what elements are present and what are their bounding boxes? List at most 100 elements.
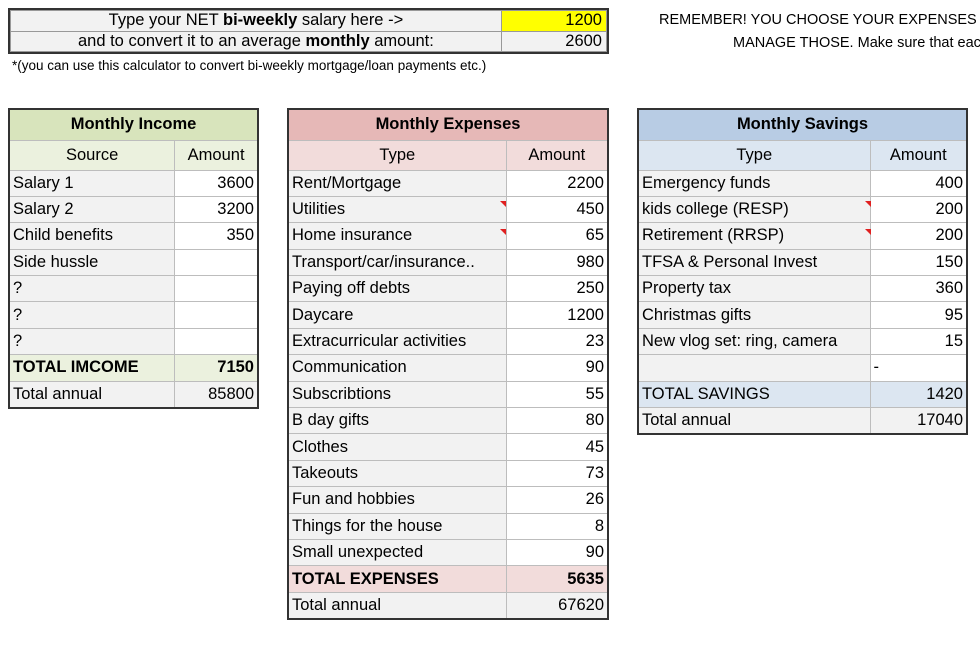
- savings-total-value[interactable]: 1420: [869, 380, 968, 409]
- expenses-row-amount[interactable]: 2200: [505, 169, 609, 197]
- expenses-row-amount[interactable]: 45: [505, 433, 609, 461]
- comment-indicator-icon[interactable]: [500, 201, 506, 207]
- expenses-row-amount[interactable]: 450: [505, 195, 609, 224]
- savings-row-amount[interactable]: 150: [869, 248, 968, 277]
- expenses-col-amount[interactable]: Amount: [505, 139, 609, 171]
- expenses-row-label[interactable]: Clothes: [287, 433, 507, 461]
- income-row-label[interactable]: ?: [8, 327, 176, 356]
- expenses-row-label[interactable]: Daycare: [287, 301, 507, 329]
- income-total-value[interactable]: 7150: [174, 354, 259, 382]
- savings-annual-label[interactable]: Total annual: [637, 407, 871, 435]
- income-row: Salary 1 3600: [8, 169, 259, 197]
- expenses-row: Transport/car/insurance.. 980: [287, 248, 609, 277]
- expenses-total-label[interactable]: TOTAL EXPENSES: [287, 565, 507, 593]
- savings-row-label[interactable]: kids college (RESP): [637, 195, 871, 224]
- biweekly-label: Type your NET bi-weekly salary here ->: [10, 10, 502, 32]
- savings-row-label[interactable]: Property tax: [637, 275, 871, 303]
- expenses-row-label[interactable]: Communication: [287, 354, 507, 382]
- expenses-row-label[interactable]: Transport/car/insurance..: [287, 248, 507, 277]
- expenses-row-amount[interactable]: 65: [505, 222, 609, 250]
- expenses-row-label[interactable]: Takeouts: [287, 459, 507, 488]
- expenses-total-value[interactable]: 5635: [505, 565, 609, 593]
- income-row-amount[interactable]: [174, 301, 259, 329]
- expenses-annual-value[interactable]: 67620: [505, 591, 609, 620]
- expenses-title[interactable]: Monthly Expenses: [287, 108, 609, 141]
- expenses-row-label[interactable]: Extracurricular activities: [287, 327, 507, 356]
- expenses-row-amount[interactable]: 250: [505, 275, 609, 303]
- expenses-row-label[interactable]: Fun and hobbies: [287, 486, 507, 514]
- savings-annual-value[interactable]: 17040: [869, 407, 968, 435]
- savings-row-label[interactable]: Christmas gifts: [637, 301, 871, 329]
- savings-title[interactable]: Monthly Savings: [637, 108, 968, 141]
- expenses-row-label[interactable]: Small unexpected: [287, 538, 507, 567]
- expenses-row-amount[interactable]: 1200: [505, 301, 609, 329]
- savings-row-amount[interactable]: 15: [869, 327, 968, 356]
- expenses-row: Small unexpected 90: [287, 538, 609, 567]
- expenses-row-label[interactable]: Rent/Mortgage: [287, 169, 507, 197]
- savings-total-label[interactable]: TOTAL SAVINGS: [637, 380, 871, 409]
- savings-row-amount[interactable]: 95: [869, 301, 968, 329]
- expenses-row-amount[interactable]: 73: [505, 459, 609, 488]
- savings-row-amount[interactable]: 200: [869, 222, 968, 250]
- savings-row-label[interactable]: [637, 354, 871, 382]
- income-row-amount[interactable]: [174, 327, 259, 356]
- savings-row-label[interactable]: New vlog set: ring, camera: [637, 327, 871, 356]
- savings-row-amount[interactable]: 200: [869, 195, 968, 224]
- savings-row-amount[interactable]: -: [869, 354, 968, 382]
- expenses-row-label[interactable]: Home insurance: [287, 222, 507, 250]
- expenses-row-amount[interactable]: 8: [505, 512, 609, 540]
- income-title[interactable]: Monthly Income: [8, 108, 259, 141]
- savings-row-amount[interactable]: 400: [869, 169, 968, 197]
- income-row-label[interactable]: Salary 2: [8, 195, 176, 224]
- income-annual-value[interactable]: 85800: [174, 380, 259, 409]
- expenses-row-label[interactable]: Paying off debts: [287, 275, 507, 303]
- income-row-label[interactable]: Side hussle: [8, 248, 176, 277]
- income-annual-label[interactable]: Total annual: [8, 380, 176, 409]
- salary-converter: Type your NET bi-weekly salary here -> 1…: [8, 8, 609, 54]
- expenses-row-label[interactable]: Subscribtions: [287, 380, 507, 409]
- monthly-amount-cell[interactable]: 2600: [500, 30, 608, 52]
- expenses-row-amount[interactable]: 55: [505, 380, 609, 409]
- converter-note: *(you can use this calculator to convert…: [12, 58, 487, 73]
- expenses-row-label[interactable]: B day gifts: [287, 407, 507, 435]
- expenses-row-amount[interactable]: 980: [505, 248, 609, 277]
- income-row: ?: [8, 301, 259, 329]
- income-col-amount[interactable]: Amount: [174, 139, 259, 171]
- monthly-label: and to convert it to an average monthly …: [10, 30, 502, 52]
- comment-indicator-icon[interactable]: [865, 229, 871, 235]
- income-row-amount[interactable]: 3600: [174, 169, 259, 197]
- income-table: Monthly Income Source Amount Salary 1 360…: [8, 108, 259, 409]
- biweekly-salary-cell[interactable]: 1200: [500, 10, 608, 32]
- savings-row-label[interactable]: TFSA & Personal Invest: [637, 248, 871, 277]
- expenses-row-amount[interactable]: 90: [505, 354, 609, 382]
- income-row-amount[interactable]: [174, 275, 259, 303]
- expenses-row: Rent/Mortgage 2200: [287, 169, 609, 197]
- income-row-amount[interactable]: 3200: [174, 195, 259, 224]
- expenses-row-amount[interactable]: 80: [505, 407, 609, 435]
- income-row-label[interactable]: Salary 1: [8, 169, 176, 197]
- savings-row-amount[interactable]: 360: [869, 275, 968, 303]
- expenses-annual-label[interactable]: Total annual: [287, 591, 507, 620]
- savings-col-type[interactable]: Type: [637, 139, 871, 171]
- expenses-row-amount[interactable]: 90: [505, 538, 609, 567]
- income-row-label[interactable]: ?: [8, 301, 176, 329]
- income-row: Side hussle: [8, 248, 259, 277]
- income-row-label[interactable]: Child benefits: [8, 222, 176, 250]
- income-row-label[interactable]: ?: [8, 275, 176, 303]
- expenses-row: Home insurance 65: [287, 222, 609, 250]
- savings-col-amount[interactable]: Amount: [869, 139, 968, 171]
- expenses-col-type[interactable]: Type: [287, 139, 507, 171]
- income-row-amount[interactable]: 350: [174, 222, 259, 250]
- expenses-row: B day gifts 80: [287, 407, 609, 435]
- income-row-amount[interactable]: [174, 248, 259, 277]
- savings-row-label[interactable]: Retirement (RRSP): [637, 222, 871, 250]
- comment-indicator-icon[interactable]: [865, 201, 871, 207]
- expenses-row-amount[interactable]: 23: [505, 327, 609, 356]
- expenses-row-amount[interactable]: 26: [505, 486, 609, 514]
- comment-indicator-icon[interactable]: [500, 229, 506, 235]
- expenses-row-label[interactable]: Things for the house: [287, 512, 507, 540]
- savings-row-label[interactable]: Emergency funds: [637, 169, 871, 197]
- income-col-source[interactable]: Source: [8, 139, 176, 171]
- income-total-label[interactable]: TOTAL IMCOME: [8, 354, 176, 382]
- expenses-row-label[interactable]: Utilities: [287, 195, 507, 224]
